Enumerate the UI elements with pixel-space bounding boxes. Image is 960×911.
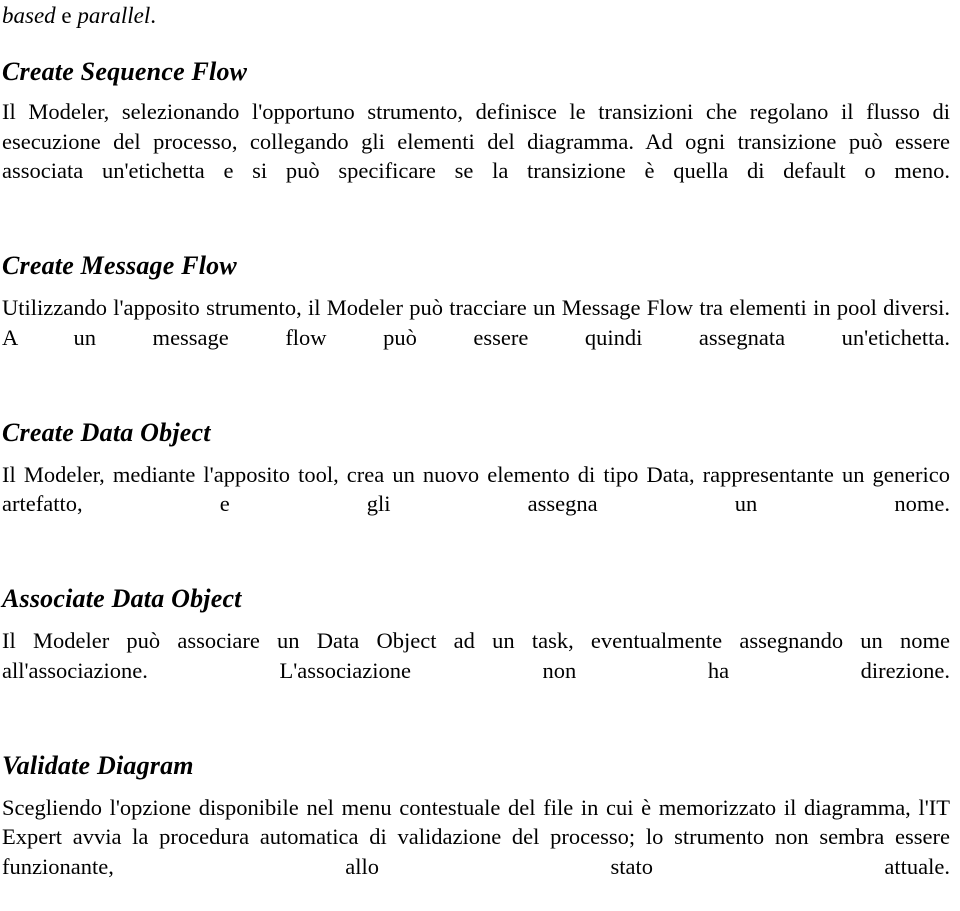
continuation-italic-word-1: based bbox=[2, 3, 56, 28]
continuation-line: based e parallel. bbox=[2, 0, 950, 29]
continuation-period: . bbox=[150, 3, 156, 28]
section-create-data-object: Create Data Object Il Modeler, mediante … bbox=[2, 418, 950, 549]
continuation-italic-word-2: parallel bbox=[77, 3, 151, 28]
section-body-create-sequence-flow: Il Modeler, selezionando l'opportuno str… bbox=[2, 99, 950, 183]
section-create-sequence-flow: Create Sequence Flow Il Modeler, selezio… bbox=[2, 57, 950, 215]
continuation-roman-word-1: e bbox=[55, 3, 78, 28]
section-body-create-message-flow: Utilizzando l'apposito strumento, il Mod… bbox=[2, 295, 950, 350]
section-associate-data-object: Associate Data Object Il Modeler può ass… bbox=[2, 584, 950, 715]
section-heading-create-data-object: Create Data Object bbox=[2, 417, 211, 447]
section-body-validate-diagram: Scegliendo l'opzione disponibile nel men… bbox=[2, 794, 950, 879]
section-body-associate-data-object: Il Modeler può associare un Data Object … bbox=[2, 628, 950, 683]
section-heading-create-message-flow: Create Message Flow bbox=[2, 251, 237, 280]
section-heading-create-sequence-flow: Create Sequence Flow bbox=[2, 57, 248, 86]
section-heading-associate-data-object: Associate Data Object bbox=[2, 584, 242, 613]
section-create-message-flow: Create Message Flow Utilizzando l'apposi… bbox=[2, 251, 950, 382]
section-validate-diagram: Validate Diagram Scegliendo l'opzione di… bbox=[2, 751, 950, 911]
document-page: based e parallel. Create Sequence Flow I… bbox=[0, 0, 960, 879]
section-body-create-data-object: Il Modeler, mediante l'apposito tool, cr… bbox=[2, 461, 950, 517]
section-heading-validate-diagram: Validate Diagram bbox=[2, 750, 194, 780]
